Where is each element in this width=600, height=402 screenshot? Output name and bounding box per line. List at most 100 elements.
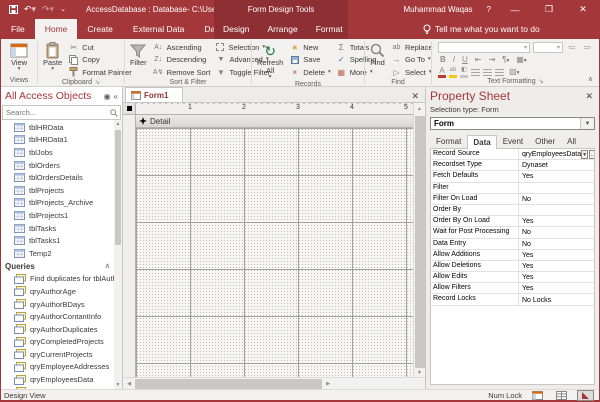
customize-qat-icon[interactable]: ⌄ [60, 5, 66, 14]
tab-home[interactable]: Home [34, 19, 78, 39]
refresh-all-button[interactable]: ↻ Refresh All ▾ [255, 41, 285, 81]
property-row[interactable]: Order By [431, 204, 594, 217]
selection-combo[interactable]: Form ▼ [430, 117, 595, 130]
fill-color-button[interactable]: ◧ [460, 67, 468, 78]
tab-prop-data[interactable]: Data [467, 135, 497, 149]
property-row[interactable]: Allow Edits Yes [431, 272, 594, 284]
nav-item-query[interactable]: qryEmployeesData [1, 373, 114, 386]
decrease-indent-icon[interactable]: ⇤ [473, 55, 484, 65]
text-direction-icon[interactable]: ¶▾ [500, 55, 511, 65]
horizontal-ruler[interactable]: 1 2 3 4 5 [136, 103, 413, 115]
form-view-button[interactable] [529, 390, 546, 401]
nav-item-query[interactable]: qryEmployeeAddresses [1, 361, 114, 374]
tab-prop-other[interactable]: Other [529, 134, 561, 148]
tab-external-data[interactable]: External Data [123, 19, 195, 39]
chevron-down-icon[interactable]: ▼ [581, 150, 589, 160]
delete-record-button[interactable]: × Delete ▾ [288, 66, 331, 78]
maximize-button[interactable]: ❒ [539, 4, 559, 15]
shutter-close-icon[interactable]: « [114, 92, 118, 101]
property-row[interactable]: Record Source qryEmployeesData ▼ … [431, 149, 594, 161]
vertical-scrollbar-thumb[interactable] [414, 116, 425, 368]
horizontal-scrollbar[interactable]: ◀ ▶ [123, 377, 425, 389]
design-view-button[interactable] [577, 389, 594, 401]
tab-format[interactable]: Format [307, 19, 352, 39]
tab-prop-all[interactable]: All [561, 134, 582, 148]
descending-button[interactable]: Z↓ Descending [152, 54, 212, 66]
tab-file[interactable]: File [1, 19, 35, 39]
highlight-color-button[interactable]: ab [449, 67, 457, 78]
align-left-icon[interactable] [471, 68, 480, 76]
nav-item-table[interactable]: tblOrders [1, 159, 114, 172]
tab-prop-format[interactable]: Format [430, 134, 467, 148]
copy-button[interactable]: Copy [67, 54, 133, 66]
nav-item-query[interactable]: Find duplicates for tblAuthors [1, 273, 114, 286]
nav-scrollbar[interactable]: ▲ ▼ [114, 120, 122, 389]
close-button[interactable]: ✕ [573, 4, 593, 15]
scroll-left-icon[interactable]: ◀ [123, 381, 135, 387]
replace-button[interactable]: ab Replace [390, 41, 434, 53]
property-row[interactable]: Order By On Load Yes [431, 216, 594, 228]
tell-me-box[interactable]: Tell me what you want to do [413, 19, 550, 39]
bold-button[interactable]: B [438, 55, 448, 65]
tab-design[interactable]: Design [214, 19, 258, 39]
save-record-button[interactable]: Save [288, 54, 331, 66]
alternate-row-color-icon[interactable]: ▨▾ [507, 67, 521, 77]
property-row[interactable]: Filter On Load No [431, 193, 594, 205]
scroll-up-icon[interactable]: ▲ [413, 103, 425, 115]
property-row[interactable]: Data Entry No [431, 238, 594, 250]
collapse-ribbon-icon[interactable]: ∧ [588, 75, 593, 83]
redo-icon[interactable]: ↷▾ [42, 5, 54, 14]
nav-item-query[interactable]: qryAuthorBDays [1, 298, 114, 311]
go-to-button[interactable]: → Go To ▾ [390, 54, 434, 66]
dialog-launcher-icon[interactable]: ⇘ [95, 79, 100, 86]
document-tab-form1[interactable]: Form1 [125, 87, 184, 102]
nav-section-queries[interactable]: Queries ∧ [1, 260, 114, 273]
nav-item-table[interactable]: tblProjects1 [1, 209, 114, 222]
nav-item-query[interactable]: qryAuthorAge [1, 285, 114, 298]
scroll-right-icon[interactable]: ▶ [322, 381, 334, 387]
tab-prop-event[interactable]: Event [497, 134, 529, 148]
property-sheet-close-icon[interactable]: ✕ [583, 91, 595, 102]
help-button[interactable]: ? [487, 5, 491, 14]
scroll-down-icon[interactable]: ▼ [116, 381, 121, 389]
detail-section-bar[interactable]: Detail [136, 115, 413, 128]
search-input[interactable] [3, 108, 108, 117]
tab-arrange[interactable]: Arrange [258, 19, 306, 39]
nav-item-table[interactable]: Temp2 [1, 247, 114, 260]
increase-indent-icon[interactable]: ⇥ [487, 55, 498, 65]
nav-item-table[interactable]: tblJobs [1, 146, 114, 159]
format-painter-button[interactable]: Format Painter [67, 66, 133, 78]
nav-item-table[interactable]: tblTasks [1, 222, 114, 235]
builder-icon[interactable]: … [589, 150, 594, 160]
font-color-button[interactable]: A [438, 67, 446, 78]
property-row[interactable]: Fetch Defaults Yes [431, 171, 594, 183]
nav-item-query[interactable]: qryCompletedProjects [1, 336, 114, 349]
dialog-launcher-icon[interactable]: ⇘ [539, 78, 544, 85]
view-button[interactable]: View ▾ [8, 41, 30, 73]
document-close-icon[interactable]: ✕ [405, 91, 425, 102]
collapse-section-icon[interactable]: ∧ [105, 262, 110, 270]
ascending-button[interactable]: A↓ Ascending [152, 41, 212, 53]
undo-icon[interactable]: ↶▾ [24, 5, 36, 14]
nav-item-table[interactable]: tblProjects_Archive [1, 197, 114, 210]
nav-item-query[interactable]: qryCurrentProjects [1, 348, 114, 361]
nav-item-query[interactable]: qryAuthorDuplicates [1, 323, 114, 336]
property-row[interactable]: Allow Deletions Yes [431, 260, 594, 273]
align-center-icon[interactable] [483, 68, 492, 76]
scroll-up-icon[interactable]: ▲ [116, 120, 121, 128]
remove-sort-button[interactable]: A↯ Remove Sort [152, 66, 212, 78]
find-button[interactable]: Find [368, 41, 387, 68]
nav-item-table[interactable]: tblProjects [1, 184, 114, 197]
minimize-button[interactable]: — [505, 5, 525, 15]
chevron-down-icon[interactable]: ▼ [580, 118, 594, 129]
property-row[interactable]: Filter [431, 182, 594, 194]
align-right-icon[interactable] [495, 68, 504, 76]
underline-button[interactable]: U [460, 55, 470, 65]
property-row[interactable]: Allow Filters Yes [431, 283, 594, 295]
select-button[interactable]: ▷Select▾ [390, 66, 434, 78]
nav-item-query[interactable]: qryAuthorContantInfo [1, 310, 114, 323]
design-grid[interactable] [136, 128, 413, 377]
search-icon[interactable] [108, 108, 120, 117]
font-name-combo[interactable]: ▾ [438, 42, 530, 53]
nav-scrollbar-thumb[interactable] [115, 130, 121, 245]
